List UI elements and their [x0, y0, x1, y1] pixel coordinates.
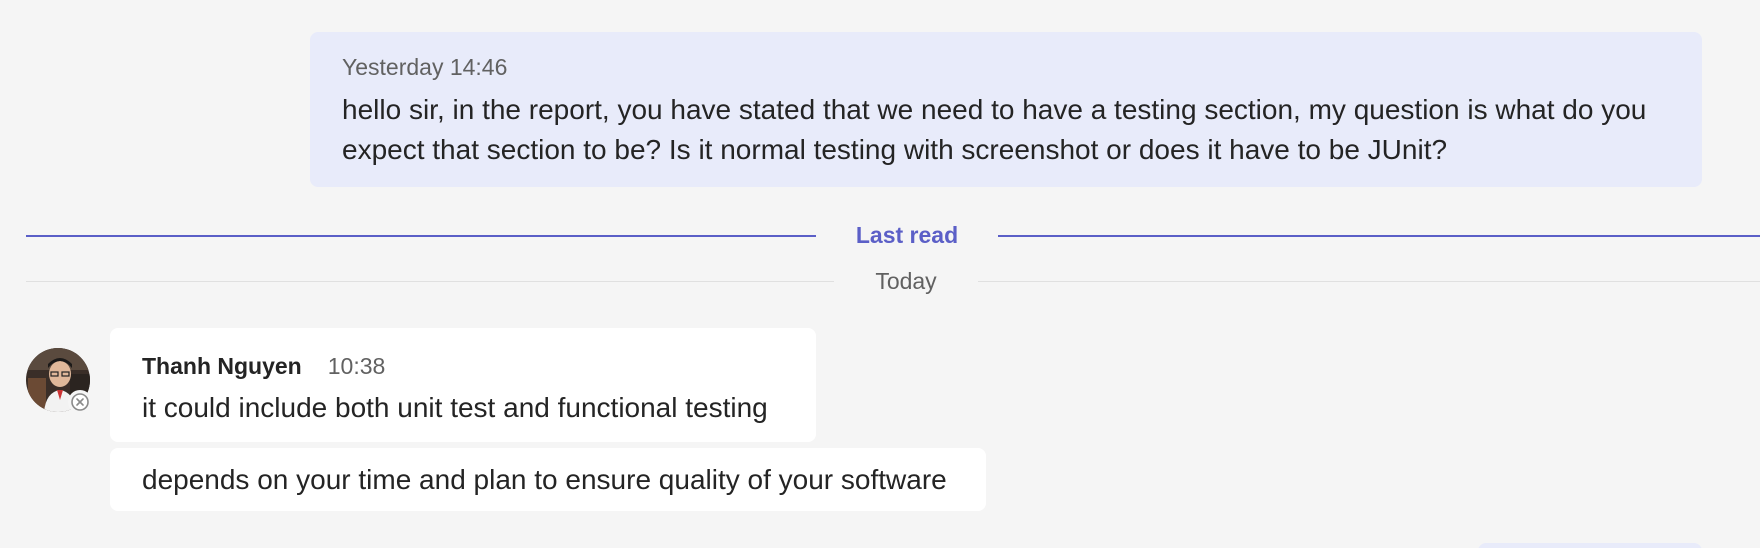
- divider-line: [978, 281, 1760, 282]
- last-read-divider: Last read: [26, 220, 1760, 250]
- date-divider-label: Today: [875, 268, 937, 294]
- date-divider: Today: [26, 266, 1760, 296]
- divider-line: [26, 235, 816, 237]
- chat-pane: Yesterday 14:46 hello sir, in the report…: [0, 0, 1760, 548]
- sent-message-bubble[interactable]: [1478, 543, 1702, 548]
- divider-line: [26, 281, 834, 282]
- message-timestamp: 10:38: [327, 353, 386, 379]
- message-text: it could include both unit test and func…: [142, 392, 768, 423]
- sent-message-bubble[interactable]: Yesterday 14:46 hello sir, in the report…: [310, 32, 1702, 187]
- message-text: hello sir, in the report, you have state…: [342, 94, 1647, 165]
- received-message-bubble[interactable]: depends on your time and plan to ensure …: [110, 448, 986, 511]
- sender-name[interactable]: Thanh Nguyen: [142, 352, 302, 380]
- message-timestamp: Yesterday 14:46: [342, 54, 508, 80]
- message-header: Thanh Nguyen 10:38: [142, 352, 784, 380]
- divider-line: [998, 235, 1760, 237]
- message-text: depends on your time and plan to ensure …: [142, 464, 947, 495]
- offline-status-icon: [68, 390, 92, 414]
- received-message-bubble[interactable]: Thanh Nguyen 10:38 it could include both…: [110, 328, 816, 442]
- last-read-label: Last read: [855, 222, 959, 248]
